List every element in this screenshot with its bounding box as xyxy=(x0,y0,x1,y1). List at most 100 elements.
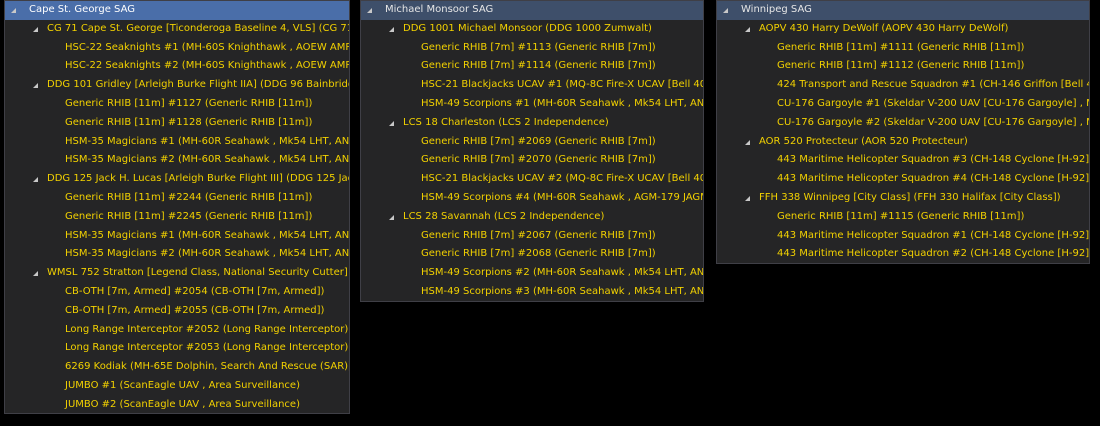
tree-item-label: Generic RHIB [11m] #1111 (Generic RHIB [… xyxy=(777,41,1025,53)
tree-leaf-item[interactable]: Generic RHIB [11m] #1127 (Generic RHIB [… xyxy=(5,95,349,114)
tree-leaf-item[interactable]: Generic RHIB [11m] #2245 (Generic RHIB [… xyxy=(5,208,349,227)
expand-triangle-icon[interactable] xyxy=(389,26,394,32)
tree-group-item[interactable]: CG 71 Cape St. George [Ticonderoga Basel… xyxy=(5,20,349,39)
tree-leaf-item[interactable]: JUMBO #1 (ScanEagle UAV , Area Surveilla… xyxy=(5,377,349,396)
tree-item-label: HSM-49 Scorpions #3 (MH-60R Seahawk , Mk… xyxy=(421,285,703,297)
tree-item-label: 443 Maritime Helicopter Squadron #4 (CH-… xyxy=(777,173,1089,185)
tree-header-label: Michael Monsoor SAG xyxy=(385,4,494,15)
tree-item-label: Generic RHIB [7m] #1114 (Generic RHIB [7… xyxy=(421,60,656,72)
tree-item-label: Long Range Interceptor #2052 (Long Range… xyxy=(65,323,349,335)
tree-leaf-item[interactable]: CU-176 Gargoyle #1 (Skeldar V-200 UAV [C… xyxy=(717,95,1089,114)
tree-panel-cape-st-george[interactable]: Cape St. George SAG CG 71 Cape St. George… xyxy=(4,0,350,414)
tree-item-label: Generic RHIB [11m] #2245 (Generic RHIB [… xyxy=(65,210,313,222)
tree-item-label: HSM-35 Magicians #1 (MH-60R Seahawk , Mk… xyxy=(65,135,349,147)
expand-triangle-icon[interactable] xyxy=(33,83,38,89)
tree-item-label: HSM-35 Magicians #2 (MH-60R Seahawk , Mk… xyxy=(65,154,349,166)
tree-leaf-item[interactable]: Generic RHIB [7m] #2069 (Generic RHIB [7… xyxy=(361,133,703,152)
expand-triangle-icon[interactable] xyxy=(389,214,394,220)
tree-group-item[interactable]: FFH 338 Winnipeg [City Class] (FFH 330 H… xyxy=(717,189,1089,208)
tree-item-label: Generic RHIB [11m] #1112 (Generic RHIB [… xyxy=(777,60,1025,72)
tree-leaf-item[interactable]: 443 Maritime Helicopter Squadron #3 (CH-… xyxy=(717,151,1089,170)
collapse-triangle-icon[interactable] xyxy=(11,8,16,13)
tree-group-item[interactable]: LCS 28 Savannah (LCS 2 Independence) xyxy=(361,208,703,227)
tree-item-label: AOPV 430 Harry DeWolf (AOPV 430 Harry De… xyxy=(759,22,1009,34)
tree-item-label: CG 71 Cape St. George [Ticonderoga Basel… xyxy=(47,22,349,34)
tree-leaf-item[interactable]: HSM-49 Scorpions #1 (MH-60R Seahawk , Mk… xyxy=(361,95,703,114)
tree-leaf-item[interactable]: HSM-49 Scorpions #4 (MH-60R Seahawk , AG… xyxy=(361,189,703,208)
tree-leaf-item[interactable]: CB-OTH [7m, Armed] #2054 (CB-OTH [7m, Ar… xyxy=(5,283,349,302)
tree-leaf-item[interactable]: HSM-35 Magicians #2 (MH-60R Seahawk , Mk… xyxy=(5,245,349,264)
tree-leaf-item[interactable]: HSM-35 Magicians #1 (MH-60R Seahawk , Mk… xyxy=(5,227,349,246)
tree-leaf-item[interactable]: HSC-22 Seaknights #2 (MH-60S Knighthawk … xyxy=(5,57,349,76)
expand-triangle-icon[interactable] xyxy=(33,177,38,183)
tree-leaf-item[interactable]: 6269 Kodiak (MH-65E Dolphin, Search And … xyxy=(5,358,349,377)
tree-leaf-item[interactable]: Generic RHIB [7m] #2070 (Generic RHIB [7… xyxy=(361,151,703,170)
tree-leaf-item[interactable]: Long Range Interceptor #2052 (Long Range… xyxy=(5,321,349,340)
tree-leaf-item[interactable]: Generic RHIB [11m] #1111 (Generic RHIB [… xyxy=(717,39,1089,58)
tree-leaf-item[interactable]: Generic RHIB [11m] #1115 (Generic RHIB [… xyxy=(717,208,1089,227)
tree-leaf-item[interactable]: 443 Maritime Helicopter Squadron #2 (CH-… xyxy=(717,245,1089,263)
tree-leaf-item[interactable]: HSC-21 Blackjacks UCAV #2 (MQ-8C Fire-X … xyxy=(361,170,703,189)
tree-leaf-item[interactable]: HSM-35 Magicians #2 (MH-60R Seahawk , Mk… xyxy=(5,151,349,170)
tree-leaf-item[interactable]: Long Range Interceptor #2053 (Long Range… xyxy=(5,339,349,358)
tree-item-label: Generic RHIB [11m] #1127 (Generic RHIB [… xyxy=(65,97,313,109)
expand-triangle-icon[interactable] xyxy=(745,195,750,201)
tree-item-label: LCS 28 Savannah (LCS 2 Independence) xyxy=(403,210,605,222)
tree-item-label: LCS 18 Charleston (LCS 2 Independence) xyxy=(403,116,609,128)
tree-item-label: 424 Transport and Rescue Squadron #1 (CH… xyxy=(777,79,1089,91)
tree-item-label: CU-176 Gargoyle #2 (Skeldar V-200 UAV [C… xyxy=(777,116,1089,128)
tree-item-label: HSC-22 Seaknights #2 (MH-60S Knighthawk … xyxy=(65,60,349,72)
tree-header[interactable]: Cape St. George SAG xyxy=(5,1,349,20)
tree-panel-michael-monsoor[interactable]: Michael Monsoor SAG DDG 1001 Michael Mons… xyxy=(360,0,704,302)
tree-leaf-item[interactable]: CU-176 Gargoyle #2 (Skeldar V-200 UAV [C… xyxy=(717,114,1089,133)
tree-leaf-item[interactable]: Generic RHIB [7m] #1114 (Generic RHIB [7… xyxy=(361,57,703,76)
tree-panel-winnipeg[interactable]: Winnipeg SAG AOPV 430 Harry DeWolf (AOPV … xyxy=(716,0,1090,264)
tree-leaf-item[interactable]: 443 Maritime Helicopter Squadron #4 (CH-… xyxy=(717,170,1089,189)
tree-leaf-item[interactable]: Generic RHIB [11m] #1128 (Generic RHIB [… xyxy=(5,114,349,133)
tree-item-label: Generic RHIB [7m] #2070 (Generic RHIB [7… xyxy=(421,154,656,166)
collapse-triangle-icon[interactable] xyxy=(723,8,728,13)
tree-leaf-item[interactable]: Generic RHIB [7m] #2067 (Generic RHIB [7… xyxy=(361,227,703,246)
tree-item-label: HSM-35 Magicians #2 (MH-60R Seahawk , Mk… xyxy=(65,248,349,260)
tree-leaf-item[interactable]: HSM-35 Magicians #1 (MH-60R Seahawk , Mk… xyxy=(5,133,349,152)
tree-item-label: HSM-49 Scorpions #4 (MH-60R Seahawk , AG… xyxy=(421,191,703,203)
tree-item-label: DDG 125 Jack H. Lucas [Arleigh Burke Fli… xyxy=(47,173,349,185)
tree-group-item[interactable]: DDG 101 Gridley [Arleigh Burke Flight II… xyxy=(5,76,349,95)
tree-item-label: HSM-35 Magicians #1 (MH-60R Seahawk , Mk… xyxy=(65,229,349,241)
tree-group-item[interactable]: DDG 125 Jack H. Lucas [Arleigh Burke Fli… xyxy=(5,170,349,189)
tree-leaf-item[interactable]: HSC-22 Seaknights #1 (MH-60S Knighthawk … xyxy=(5,39,349,58)
tree-leaf-item[interactable]: HSM-49 Scorpions #3 (MH-60R Seahawk , Mk… xyxy=(361,283,703,301)
tree-leaf-item[interactable]: Generic RHIB [7m] #1113 (Generic RHIB [7… xyxy=(361,39,703,58)
expand-triangle-icon[interactable] xyxy=(389,120,394,126)
tree-header[interactable]: Winnipeg SAG xyxy=(717,1,1089,20)
tree-leaf-item[interactable]: JUMBO #2 (ScanEagle UAV , Area Surveilla… xyxy=(5,396,349,413)
tree-item-label: HSC-21 Blackjacks UCAV #2 (MQ-8C Fire-X … xyxy=(421,173,703,185)
tree-leaf-item[interactable]: Generic RHIB [7m] #2068 (Generic RHIB [7… xyxy=(361,245,703,264)
tree-header-label: Cape St. George SAG xyxy=(29,4,135,15)
tree-leaf-item[interactable]: HSM-49 Scorpions #2 (MH-60R Seahawk , Mk… xyxy=(361,264,703,283)
tree-leaf-item[interactable]: CB-OTH [7m, Armed] #2055 (CB-OTH [7m, Ar… xyxy=(5,302,349,321)
tree-leaf-item[interactable]: 424 Transport and Rescue Squadron #1 (CH… xyxy=(717,76,1089,95)
tree-group-item[interactable]: AOPV 430 Harry DeWolf (AOPV 430 Harry De… xyxy=(717,20,1089,39)
tree-item-label: HSM-49 Scorpions #2 (MH-60R Seahawk , Mk… xyxy=(421,267,703,279)
tree-leaf-item[interactable]: Generic RHIB [11m] #2244 (Generic RHIB [… xyxy=(5,189,349,208)
tree-group-item[interactable]: AOR 520 Protecteur (AOR 520 Protecteur) xyxy=(717,133,1089,152)
tree-item-label: HSM-49 Scorpions #1 (MH-60R Seahawk , Mk… xyxy=(421,97,703,109)
tree-item-label: DDG 1001 Michael Monsoor (DDG 1000 Zumwa… xyxy=(403,22,652,34)
tree-leaf-item[interactable]: 443 Maritime Helicopter Squadron #1 (CH-… xyxy=(717,227,1089,246)
tree-item-label: HSC-22 Seaknights #1 (MH-60S Knighthawk … xyxy=(65,41,349,53)
collapse-triangle-icon[interactable] xyxy=(367,8,372,13)
tree-header[interactable]: Michael Monsoor SAG xyxy=(361,1,703,20)
tree-leaf-item[interactable]: Generic RHIB [11m] #1112 (Generic RHIB [… xyxy=(717,57,1089,76)
tree-item-label: AOR 520 Protecteur (AOR 520 Protecteur) xyxy=(759,135,968,147)
tree-group-item[interactable]: WMSL 752 Stratton [Legend Class, Nationa… xyxy=(5,264,349,283)
expand-triangle-icon[interactable] xyxy=(745,139,750,145)
expand-triangle-icon[interactable] xyxy=(33,26,38,32)
tree-group-item[interactable]: DDG 1001 Michael Monsoor (DDG 1000 Zumwa… xyxy=(361,20,703,39)
tree-item-label: Generic RHIB [7m] #2068 (Generic RHIB [7… xyxy=(421,248,656,260)
expand-triangle-icon[interactable] xyxy=(33,271,38,277)
expand-triangle-icon[interactable] xyxy=(745,26,750,32)
tree-item-label: Generic RHIB [11m] #1128 (Generic RHIB [… xyxy=(65,116,313,128)
tree-leaf-item[interactable]: HSC-21 Blackjacks UCAV #1 (MQ-8C Fire-X … xyxy=(361,76,703,95)
tree-group-item[interactable]: LCS 18 Charleston (LCS 2 Independence) xyxy=(361,114,703,133)
